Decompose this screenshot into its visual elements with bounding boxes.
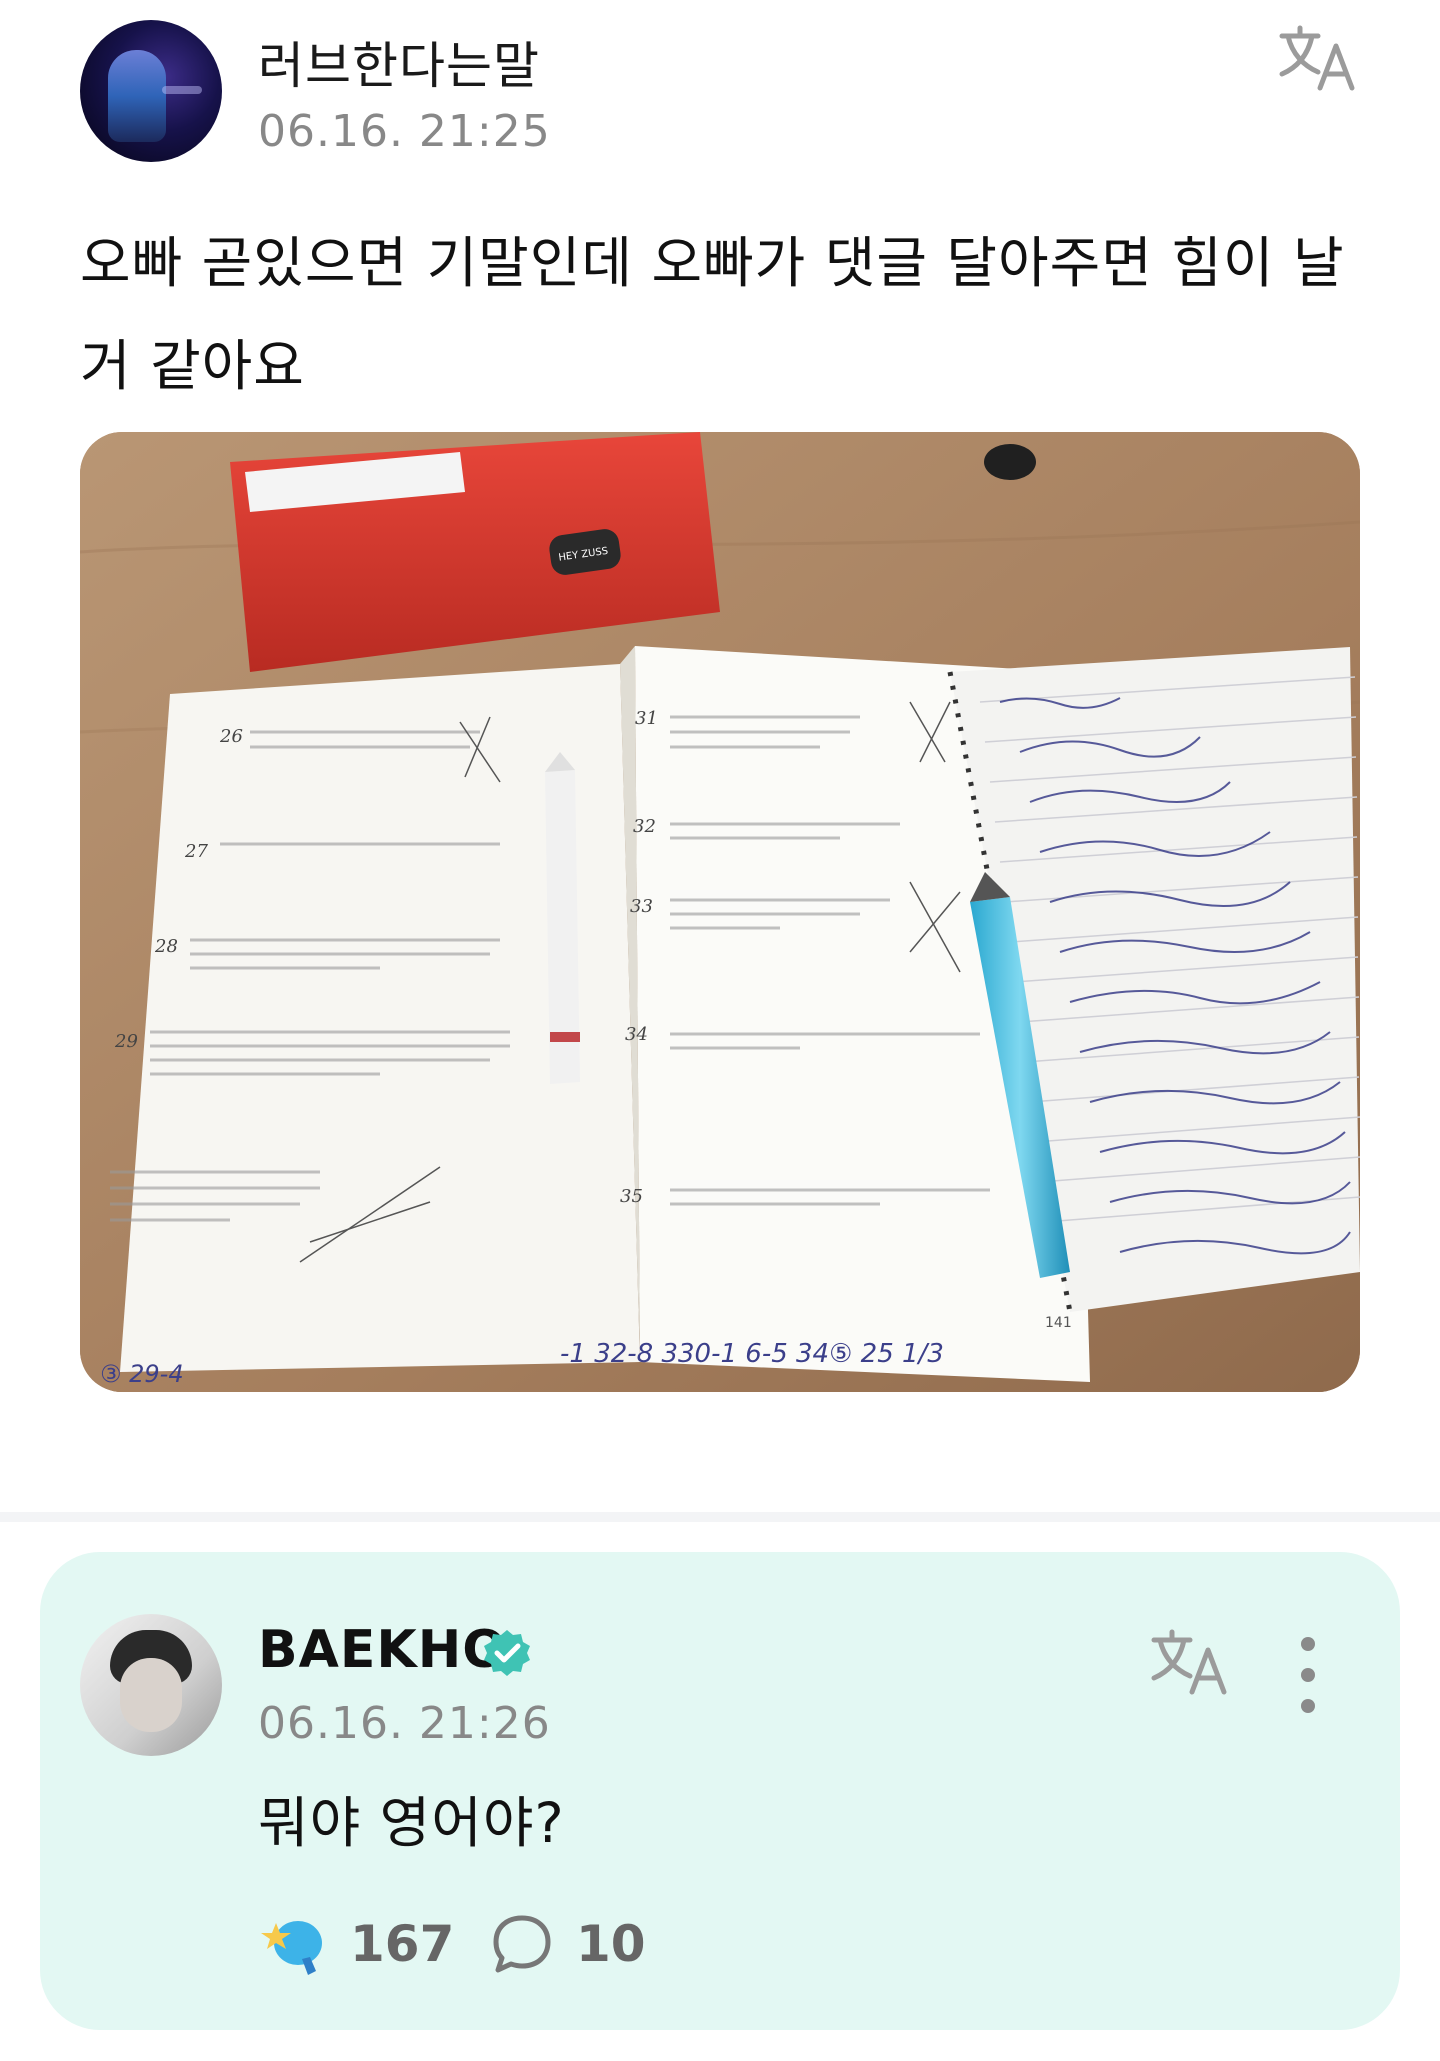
post-timestamp: 06.16. 21:25 [258,106,551,157]
artist-name[interactable]: BAEKHO [258,1620,507,1680]
verified-badge-icon [484,1630,530,1676]
artist-avatar[interactable] [80,1614,222,1756]
svg-text:34: 34 [625,1024,648,1045]
translate-icon[interactable] [1148,1626,1232,1698]
fan-post: 러브한다는말 06.16. 21:25 오빠 곧있으면 기말인데 오빠가 댓글 … [0,0,1440,1500]
post-text: 오빠 곧있으면 기말인데 오빠가 댓글 달아주면 힘이 날거 같아요 [80,231,1345,398]
comment-timestamp: 06.16. 21:26 [258,1698,551,1749]
more-options-icon[interactable] [1288,1634,1328,1716]
svg-text:31: 31 [635,708,658,729]
artist-comment-card: BAEKHO 06.16. 21:26 뭐야 영어야? 167 10 [40,1552,1400,2030]
reply-icon [493,1915,551,1973]
section-divider [0,1512,1440,1522]
like-button[interactable]: 167 [258,1904,454,1984]
white-pen [545,752,580,1084]
study-desk-photo: HEY ZUSS 26 27 28 29 31 32 33 34 35 141 … [80,432,1360,1392]
reply-button[interactable]: 10 [490,1904,646,1984]
post-photo[interactable]: HEY ZUSS 26 27 28 29 31 32 33 34 35 141 … [80,432,1360,1392]
like-count: 167 [350,1915,455,1973]
svg-text:32: 32 [633,816,656,837]
page-number: 141 [1045,1315,1072,1331]
svg-text:28: 28 [154,936,178,957]
svg-text:27: 27 [184,841,208,862]
svg-text:26: 26 [219,726,243,747]
fan-name[interactable]: 러브한다는말 [258,26,540,98]
svg-text:29: 29 [114,1031,138,1052]
translate-icon[interactable] [1276,22,1360,94]
left-scribble: ③ 29-4 [100,1360,184,1388]
svg-text:33: 33 [630,896,653,917]
like-icon [261,1921,322,1975]
textbook: 26 27 28 29 31 32 33 34 35 141 [110,646,1090,1382]
reply-count: 10 [576,1915,646,1973]
comment-text: 뭐야 영어야? [258,1791,565,1855]
fan-avatar[interactable] [80,20,222,162]
bottom-scribble: -1 32-8 330-1 6-5 34⑤ 25 1/3 [560,1339,944,1369]
svg-text:35: 35 [620,1186,643,1207]
